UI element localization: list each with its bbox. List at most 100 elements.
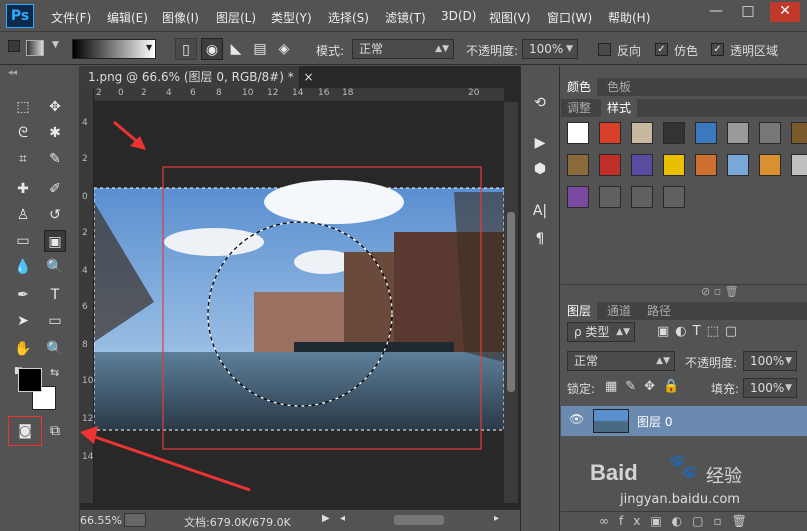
reverse-checkbox[interactable] bbox=[598, 43, 611, 56]
quick-mask-icon[interactable]: ◙ bbox=[14, 420, 36, 442]
status-menu-icon[interactable]: ▶ bbox=[322, 513, 330, 524]
layer-opacity-input[interactable]: 100% ▼ bbox=[743, 351, 797, 371]
scroll-thumb[interactable] bbox=[507, 212, 515, 392]
foreground-color-swatch[interactable] bbox=[18, 368, 42, 392]
doc-info[interactable]: 文档:679.0K/679.0K bbox=[184, 514, 291, 530]
stamp-tool-icon[interactable]: ♙ bbox=[12, 204, 34, 226]
paragraph-icon[interactable]: ¶ bbox=[529, 228, 551, 250]
maximize-button[interactable]: □ bbox=[736, 2, 760, 22]
style-swatch[interactable] bbox=[631, 122, 653, 144]
zoom-level[interactable]: 66.55% bbox=[80, 514, 122, 527]
rectangle-tool-icon[interactable]: ▭ bbox=[44, 310, 66, 332]
menu-edit[interactable]: 编辑(E) bbox=[107, 9, 148, 26]
close-tab-icon[interactable]: × bbox=[304, 70, 314, 84]
layer-row[interactable]: 👁 图层 0 bbox=[561, 406, 807, 436]
style-swatch[interactable] bbox=[791, 122, 807, 144]
lasso-tool-icon[interactable]: ᘓ bbox=[12, 122, 34, 144]
close-button[interactable]: ✕ bbox=[770, 2, 800, 22]
menu-window[interactable]: 窗口(W) bbox=[547, 9, 592, 26]
tab-styles[interactable]: 样式 bbox=[601, 99, 638, 117]
radial-gradient-button[interactable]: ◉ bbox=[201, 38, 223, 60]
layer-kind-filter[interactable]: ρ 类型 ▲▼ bbox=[567, 322, 635, 342]
menu-help[interactable]: 帮助(H) bbox=[608, 9, 650, 26]
diamond-gradient-button[interactable]: ◈ bbox=[273, 38, 295, 60]
scroll-left-icon[interactable]: ◂ bbox=[340, 513, 345, 524]
character-icon[interactable]: A| bbox=[529, 200, 551, 222]
screen-mode-icon[interactable]: ⧉ bbox=[44, 420, 66, 442]
marquee-tool-icon[interactable]: ⬚ bbox=[12, 96, 34, 118]
status-toggle-icon[interactable] bbox=[124, 513, 146, 527]
dither-checkbox[interactable]: ✓ bbox=[655, 43, 668, 56]
opacity-input[interactable]: 100% ▼ bbox=[522, 39, 578, 59]
menu-type[interactable]: 类型(Y) bbox=[271, 9, 312, 26]
dodge-tool-icon[interactable]: 🔍 bbox=[44, 256, 66, 278]
menu-select[interactable]: 选择(S) bbox=[328, 9, 369, 26]
menu-image[interactable]: 图像(I) bbox=[162, 9, 199, 26]
blur-tool-icon[interactable]: 💧 bbox=[12, 256, 34, 278]
scroll-right-icon[interactable]: ▸ bbox=[494, 513, 499, 524]
mode-select[interactable]: 正常 ▲▼ bbox=[352, 39, 454, 59]
style-swatch[interactable] bbox=[599, 186, 621, 208]
crop-tool-icon[interactable]: ⌗ bbox=[12, 148, 34, 170]
tab-channels[interactable]: 通道 bbox=[601, 302, 637, 320]
eraser-tool-icon[interactable]: ▭ bbox=[12, 230, 34, 252]
chevron-down-icon[interactable]: ▼ bbox=[146, 43, 152, 52]
style-swatch[interactable] bbox=[727, 154, 749, 176]
menu-file[interactable]: 文件(F) bbox=[51, 9, 91, 26]
reflected-gradient-button[interactable]: ▤ bbox=[249, 38, 271, 60]
layer-name[interactable]: 图层 0 bbox=[637, 413, 672, 430]
type-tool-icon[interactable]: T bbox=[44, 284, 66, 306]
lock-icons[interactable]: ▦✎✥🔒 bbox=[605, 379, 687, 394]
healing-brush-tool-icon[interactable]: ✚ bbox=[12, 178, 34, 200]
menu-filter[interactable]: 滤镜(T) bbox=[385, 9, 426, 26]
style-swatch[interactable] bbox=[727, 122, 749, 144]
style-swatch[interactable] bbox=[759, 154, 781, 176]
style-swatch[interactable] bbox=[631, 186, 653, 208]
zoom-tool-icon[interactable]: 🔍 bbox=[44, 338, 66, 360]
collapse-icon[interactable]: ◂◂ bbox=[8, 68, 17, 78]
pen-tool-icon[interactable]: ✒ bbox=[12, 284, 34, 306]
visibility-eye-icon[interactable]: 👁 bbox=[569, 412, 584, 426]
play-action-icon[interactable]: ▶ bbox=[529, 132, 551, 154]
gradient-editor-bar[interactable] bbox=[72, 39, 156, 59]
style-swatch[interactable] bbox=[567, 186, 589, 208]
tab-swatches[interactable]: 色板 bbox=[601, 78, 637, 96]
brush-tool-icon[interactable]: ✐ bbox=[44, 178, 66, 200]
chevron-down-icon[interactable]: ▼ bbox=[52, 40, 59, 50]
angle-gradient-button[interactable]: ◣ bbox=[225, 38, 247, 60]
layer-blend-mode[interactable]: 正常 ▲▼ bbox=[567, 351, 675, 371]
style-swatch[interactable] bbox=[567, 154, 589, 176]
vertical-scrollbar[interactable] bbox=[504, 102, 518, 503]
tab-layers[interactable]: 图层 bbox=[561, 302, 598, 320]
style-swatch[interactable] bbox=[567, 122, 589, 144]
history-brush-tool-icon[interactable]: ↺ bbox=[44, 204, 66, 226]
delete-icon[interactable]: ⊘ ▫ 🗑 bbox=[701, 285, 739, 298]
menu-view[interactable]: 视图(V) bbox=[489, 9, 531, 26]
3d-icon[interactable]: ⬢ bbox=[529, 158, 551, 180]
fill-input[interactable]: 100% ▼ bbox=[743, 378, 797, 398]
gradient-tool-icon[interactable]: ▣ bbox=[44, 230, 66, 252]
transparency-checkbox[interactable]: ✓ bbox=[711, 43, 724, 56]
style-swatch[interactable] bbox=[791, 154, 807, 176]
hand-tool-icon[interactable]: ✋ bbox=[12, 338, 34, 360]
style-swatch[interactable] bbox=[599, 154, 621, 176]
tab-color[interactable]: 颜色 bbox=[561, 78, 598, 96]
move-tool-icon[interactable]: ✥ bbox=[44, 96, 66, 118]
tab-adjustments[interactable]: 调整 bbox=[561, 99, 597, 117]
tab-paths[interactable]: 路径 bbox=[641, 302, 677, 320]
gradient-preset-swatch[interactable] bbox=[26, 40, 44, 56]
path-selection-tool-icon[interactable]: ➤ bbox=[12, 310, 34, 332]
style-swatch[interactable] bbox=[663, 186, 685, 208]
menu-3d[interactable]: 3D(D) bbox=[441, 9, 476, 23]
layer-filter-icons[interactable]: ▣◐T⬚▢ bbox=[657, 324, 743, 339]
style-swatch[interactable] bbox=[631, 154, 653, 176]
linear-gradient-button[interactable]: ▯ bbox=[175, 38, 197, 60]
magic-wand-tool-icon[interactable]: ✱ bbox=[44, 122, 66, 144]
hscroll-thumb[interactable] bbox=[394, 515, 444, 525]
style-swatch[interactable] bbox=[663, 154, 685, 176]
style-swatch[interactable] bbox=[759, 122, 781, 144]
minimize-button[interactable]: — bbox=[704, 2, 728, 22]
style-swatch[interactable] bbox=[663, 122, 685, 144]
swap-colors-icon[interactable]: ⇆ bbox=[50, 366, 59, 379]
style-swatch[interactable] bbox=[695, 154, 717, 176]
